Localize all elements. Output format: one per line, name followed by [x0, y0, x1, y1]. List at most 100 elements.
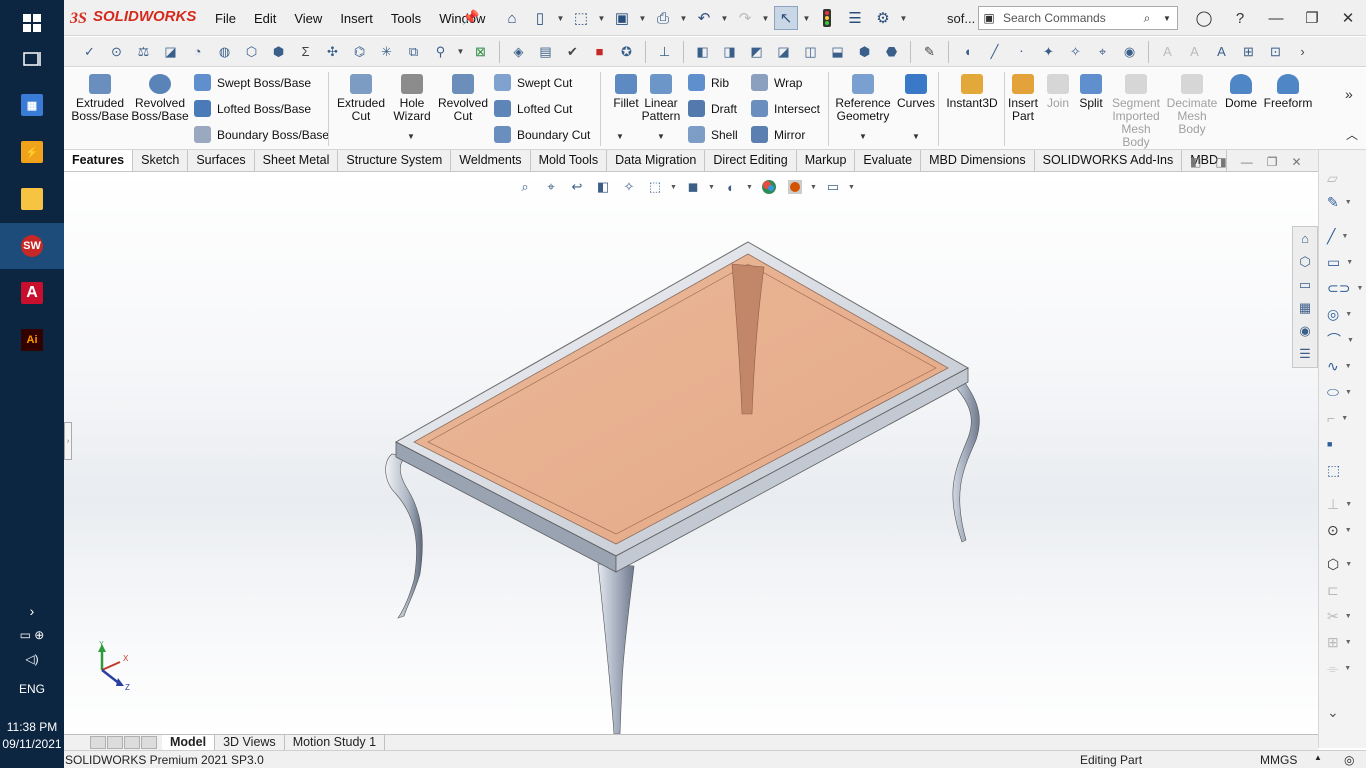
- select-dropdown-icon[interactable]: ▼: [802, 6, 811, 30]
- zebra-stripes-icon[interactable]: ▤: [534, 40, 557, 63]
- next-tab-icon[interactable]: [124, 736, 140, 749]
- thickness-icon[interactable]: ⧉: [402, 40, 425, 63]
- tab-weldments[interactable]: Weldments: [451, 150, 531, 171]
- tab-solidworks-addins[interactable]: SOLIDWORKS Add-Ins: [1035, 150, 1183, 171]
- volume-icon[interactable]: ◁): [0, 652, 64, 666]
- revolved-boss-button[interactable]: Revolved Boss/Base: [131, 74, 189, 123]
- tab-structure-system[interactable]: Structure System: [338, 150, 452, 171]
- file-explorer-icon[interactable]: ▭: [1293, 273, 1317, 296]
- compare-icon[interactable]: ⊠: [469, 40, 492, 63]
- lofted-boss-button[interactable]: Lofted Boss/Base: [194, 100, 311, 117]
- tab-3d-views[interactable]: 3D Views: [215, 735, 285, 750]
- unit-system[interactable]: MMGS: [1260, 753, 1297, 767]
- table-model[interactable]: [64, 172, 1318, 734]
- home-icon[interactable]: ⌂: [500, 6, 524, 30]
- tab-mold-tools[interactable]: Mold Tools: [531, 150, 608, 171]
- equations-sum-icon[interactable]: Σ: [294, 40, 317, 63]
- convert-entities-icon[interactable]: ⊥ ▼: [1327, 494, 1363, 514]
- fillet-sketch-icon[interactable]: ⌐ ▼: [1327, 408, 1363, 428]
- select-cursor-icon[interactable]: ↖: [774, 6, 798, 30]
- swept-cut-button[interactable]: Swept Cut: [494, 74, 572, 91]
- menu-edit[interactable]: Edit: [245, 11, 285, 26]
- view-front-icon[interactable]: ◧: [691, 40, 714, 63]
- graphics-area[interactable]: [64, 172, 1318, 734]
- parting-line-icon[interactable]: ✳: [375, 40, 398, 63]
- symmetry-check-icon[interactable]: ⚲: [429, 40, 452, 63]
- print-dropdown-icon[interactable]: ▼: [679, 6, 688, 30]
- reference-geometry-button[interactable]: Reference Geometry: [834, 74, 892, 123]
- view-right-icon[interactable]: ◪: [772, 40, 795, 63]
- linear-pattern-sketch-icon[interactable]: ⊞ ▼: [1327, 632, 1363, 652]
- ribbon-collapse-icon[interactable]: ︿: [1346, 126, 1358, 143]
- check-icon[interactable]: ⬡: [240, 40, 263, 63]
- freeform-button[interactable]: Freeform: [1262, 74, 1314, 110]
- tab-features[interactable]: Features: [64, 150, 134, 171]
- instant3d-button[interactable]: Instant3D: [944, 74, 1000, 110]
- draft-analysis-icon[interactable]: ✣: [321, 40, 344, 63]
- view-settings-monitor-icon[interactable]: ▭: [822, 178, 844, 196]
- view-orientation-icon[interactable]: ⬚: [644, 178, 666, 196]
- file-properties-icon[interactable]: ☰: [843, 6, 867, 30]
- dome-button[interactable]: Dome: [1224, 74, 1258, 110]
- point-icon[interactable]: ■: [1327, 434, 1363, 454]
- autocad-app[interactable]: A: [0, 270, 64, 316]
- view-settings-dropdown-icon[interactable]: ▼: [848, 184, 856, 191]
- extruded-cut-button[interactable]: Extruded Cut: [336, 74, 386, 123]
- view-top-icon[interactable]: ◫: [799, 40, 822, 63]
- search-commands-box[interactable]: ▣ Search Commands ⌕ ▼: [978, 6, 1178, 30]
- save-icon[interactable]: ▣: [610, 6, 634, 30]
- tab-sheet-metal[interactable]: Sheet Metal: [255, 150, 339, 171]
- revolved-cut-button[interactable]: Revolved Cut: [438, 74, 488, 123]
- statistics-icon[interactable]: ◍: [213, 40, 236, 63]
- pattern-dropdown-icon[interactable]: ▼: [657, 132, 665, 141]
- rebuild-status-icon[interactable]: ◎: [1344, 753, 1354, 767]
- move-entities-icon[interactable]: ⌯ ▼: [1327, 658, 1363, 678]
- smart-dimension-icon[interactable]: ⊡: [1264, 40, 1287, 63]
- previous-view-icon[interactable]: ↩: [566, 178, 588, 196]
- linear-pattern-button[interactable]: Linear Pattern: [638, 74, 684, 123]
- apply-scene-icon[interactable]: [784, 178, 806, 196]
- menu-tools[interactable]: Tools: [382, 11, 430, 26]
- rebuild-traffic-light-icon[interactable]: [815, 6, 839, 30]
- circle-icon[interactable]: ◎ ▼: [1327, 304, 1363, 324]
- join-button[interactable]: Join: [1044, 74, 1072, 110]
- prev-tab-icon[interactable]: [107, 736, 123, 749]
- line-icon[interactable]: ╱: [983, 40, 1006, 63]
- chevron-right-icon[interactable]: ›: [1291, 40, 1314, 63]
- close-button[interactable]: ✕: [1333, 6, 1363, 30]
- solidworks-logo[interactable]: 3S SOLIDWORKS: [70, 8, 196, 25]
- tray-icons[interactable]: ▭ ⊕: [0, 628, 64, 642]
- options-dropdown-icon[interactable]: ▼: [899, 6, 908, 30]
- feature-manager-collapse-handle[interactable]: ›: [64, 422, 72, 460]
- offset-entities-icon[interactable]: ⊏: [1327, 580, 1363, 600]
- help-icon[interactable]: ?: [1225, 6, 1255, 30]
- tab-evaluate[interactable]: Evaluate: [855, 150, 922, 171]
- mate-reference-icon[interactable]: ⌖: [1091, 40, 1114, 63]
- sensor-icon[interactable]: ◔: [186, 40, 209, 63]
- view-back-icon[interactable]: ◨: [718, 40, 741, 63]
- tile-left-icon[interactable]: ◧: [1190, 155, 1201, 169]
- 3d-sketch-icon[interactable]: ⬡ ▼: [1327, 554, 1363, 574]
- mirror-entities-icon[interactable]: ⊙ ▼: [1327, 520, 1363, 540]
- file-explorer-app[interactable]: [0, 176, 64, 222]
- display-style-dropdown-icon[interactable]: ▼: [708, 184, 716, 191]
- task-view-button[interactable]: [0, 36, 64, 82]
- lightning-app[interactable]: ⚡: [0, 129, 64, 175]
- axis-icon[interactable]: ✧: [1064, 40, 1087, 63]
- open-icon[interactable]: ⬚: [569, 6, 593, 30]
- tab-markup[interactable]: Markup: [797, 150, 856, 171]
- arc-icon[interactable]: ⌒ ▼: [1327, 330, 1363, 350]
- lofted-cut-button[interactable]: Lofted Cut: [494, 100, 572, 117]
- tab-data-migration[interactable]: Data Migration: [607, 150, 706, 171]
- color-icon[interactable]: ■: [588, 40, 611, 63]
- line-icon[interactable]: ╱ ▼: [1327, 226, 1363, 246]
- boundary-cut-button[interactable]: Boundary Cut: [494, 126, 590, 143]
- print-icon[interactable]: ⎙: [651, 6, 675, 30]
- calculator-app[interactable]: ▦: [0, 82, 64, 128]
- sketch-pen-icon[interactable]: ✎: [918, 40, 941, 63]
- note-icon[interactable]: A: [1183, 40, 1206, 63]
- display-style-icon[interactable]: ◼: [682, 178, 704, 196]
- tile-right-icon[interactable]: ◨: [1215, 155, 1226, 169]
- draft-button[interactable]: Draft: [688, 100, 737, 117]
- search-icon[interactable]: ⌕: [1137, 11, 1157, 26]
